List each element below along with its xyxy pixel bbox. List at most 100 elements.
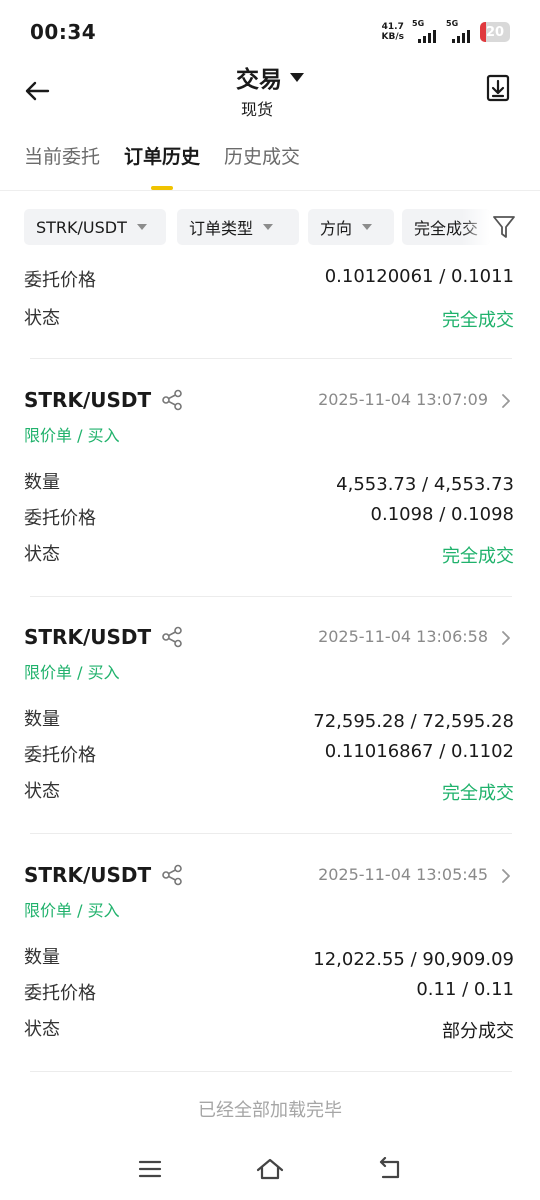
tab-order-history[interactable]: 订单历史 bbox=[124, 142, 200, 190]
tab-current-orders[interactable]: 当前委托 bbox=[24, 142, 100, 190]
detail-row: 委托价格 0.11 / 0.11 bbox=[24, 979, 514, 1009]
detail-label: 状态 bbox=[24, 1019, 60, 1040]
order-divider bbox=[30, 1071, 512, 1072]
chevron-right-icon[interactable] bbox=[500, 629, 512, 647]
detail-value: 0.11 / 0.11 bbox=[416, 979, 514, 1000]
page-title: 交易 bbox=[236, 67, 282, 93]
detail-value: 72,595.28 / 72,595.28 bbox=[313, 711, 514, 732]
detail-label: 数量 bbox=[24, 472, 60, 493]
order-divider bbox=[30, 358, 512, 359]
order-divider bbox=[30, 833, 512, 834]
chevron-right-icon[interactable] bbox=[500, 392, 512, 410]
filter-direction[interactable]: 方向 bbox=[308, 209, 394, 245]
status-value: 完全成交 bbox=[442, 546, 514, 567]
detail-value: 4,553.73 / 4,553.73 bbox=[336, 474, 514, 495]
detail-label: 状态 bbox=[24, 781, 60, 802]
order-pair: STRK/USDT bbox=[24, 388, 183, 412]
detail-row: 数量 12,022.55 / 90,909.09 bbox=[24, 943, 514, 973]
order-pair-label: STRK/USDT bbox=[24, 625, 152, 649]
network-speed-value: 41.7 bbox=[381, 22, 404, 32]
order-type: 限价单 / 买入 bbox=[24, 901, 120, 920]
filter-pair[interactable]: STRK/USDT bbox=[24, 209, 166, 245]
detail-value: 0.1098 / 0.1098 bbox=[370, 504, 514, 525]
title-area[interactable]: 交易 现货 bbox=[0, 60, 540, 120]
filter-order-type-label: 订单类型 bbox=[189, 219, 254, 238]
detail-row: 委托价格 0.11016867 / 0.1102 bbox=[24, 741, 514, 771]
order-type: 限价单 / 买入 bbox=[24, 426, 120, 445]
order-card-header[interactable]: STRK/USDT 限价单 / 买入 2025-11-04 13:05:45 bbox=[24, 863, 514, 923]
order-time: 2025-11-04 13:05:45 bbox=[318, 865, 488, 884]
filter-status-label: 完全成交 bbox=[414, 219, 479, 238]
share-icon[interactable] bbox=[161, 864, 183, 886]
detail-label: 委托价格 bbox=[24, 508, 96, 529]
order-pair: STRK/USDT bbox=[24, 625, 183, 649]
menu-icon bbox=[138, 1160, 162, 1178]
return-icon bbox=[379, 1157, 400, 1179]
nav-menu-button[interactable] bbox=[132, 1152, 168, 1186]
detail-row: 状态 完全成交 bbox=[24, 540, 514, 570]
dropdown-icon bbox=[263, 224, 274, 230]
status-value: 完全成交 bbox=[442, 783, 514, 804]
funnel-icon bbox=[493, 216, 515, 238]
detail-value: 0.10120061 / 0.1011 bbox=[324, 266, 514, 287]
tab-trade-history[interactable]: 历史成交 bbox=[224, 142, 300, 190]
filter-order-type[interactable]: 订单类型 bbox=[177, 209, 299, 245]
chevron-right-icon[interactable] bbox=[500, 867, 512, 885]
download-icon bbox=[486, 74, 510, 102]
detail-label: 委托价格 bbox=[24, 270, 96, 291]
order-divider bbox=[30, 596, 512, 597]
nav-back-button[interactable] bbox=[372, 1152, 408, 1186]
network-speed-unit: KB/s bbox=[381, 32, 404, 42]
order-card-header[interactable]: STRK/USDT 限价单 / 买入 2025-11-04 13:07:09 bbox=[24, 388, 514, 448]
signal-2-label: 5G bbox=[446, 19, 459, 28]
signal-1-icon: 5G bbox=[412, 19, 438, 43]
detail-row: 数量 4,553.73 / 4,553.73 bbox=[24, 468, 514, 498]
tab-divider bbox=[0, 190, 540, 191]
status-indicators: 41.7 KB/s 5G 5G 20 bbox=[382, 19, 510, 44]
order-pair: STRK/USDT bbox=[24, 863, 183, 887]
detail-label: 数量 bbox=[24, 947, 60, 968]
signal-1-label: 5G bbox=[412, 19, 425, 28]
detail-value: 12,022.55 / 90,909.09 bbox=[313, 949, 514, 970]
system-nav-bar bbox=[0, 1140, 540, 1200]
order-card-header[interactable]: STRK/USDT 限价单 / 买入 2025-11-04 13:06:58 bbox=[24, 625, 514, 685]
home-icon bbox=[256, 1158, 284, 1180]
detail-row: 状态 完全成交 bbox=[24, 777, 514, 807]
signal-2-icon: 5G bbox=[446, 19, 472, 43]
nav-home-button[interactable] bbox=[252, 1152, 288, 1186]
detail-row: 状态 完全成交 bbox=[24, 304, 514, 334]
detail-row: 委托价格 0.1098 / 0.1098 bbox=[24, 504, 514, 534]
battery-level: 20 bbox=[485, 24, 505, 40]
share-icon[interactable] bbox=[161, 626, 183, 648]
market-selector[interactable]: 交易 bbox=[236, 60, 304, 94]
header: 交易 现货 bbox=[0, 56, 540, 126]
share-icon[interactable] bbox=[161, 389, 183, 411]
order-time: 2025-11-04 13:06:58 bbox=[318, 627, 488, 646]
page-subtitle: 现货 bbox=[240, 100, 273, 119]
detail-row: 数量 72,595.28 / 72,595.28 bbox=[24, 705, 514, 735]
detail-label: 状态 bbox=[24, 544, 60, 565]
order-tabs: 当前委托 订单历史 历史成交 bbox=[24, 142, 300, 190]
detail-label: 委托价格 bbox=[24, 745, 96, 766]
order-type: 限价单 / 买入 bbox=[24, 663, 120, 682]
filter-status[interactable]: 完全成交 bbox=[402, 209, 490, 245]
order-pair-label: STRK/USDT bbox=[24, 863, 152, 887]
filter-button[interactable] bbox=[492, 214, 516, 240]
battery-icon: 20 bbox=[480, 22, 510, 42]
download-button[interactable] bbox=[486, 74, 516, 106]
detail-label: 数量 bbox=[24, 709, 60, 730]
filter-direction-label: 方向 bbox=[320, 219, 353, 238]
detail-label: 状态 bbox=[24, 308, 60, 329]
dropdown-icon bbox=[136, 224, 147, 230]
detail-value: 0.11016867 / 0.1102 bbox=[324, 741, 514, 762]
filter-bar: STRK/USDT 订单类型 方向 完全成交 bbox=[24, 209, 516, 247]
network-speed: 41.7 KB/s bbox=[382, 22, 404, 42]
detail-row: 委托价格 0.10120061 / 0.1011 bbox=[24, 266, 514, 296]
detail-row: 状态 部分成交 bbox=[24, 1015, 514, 1045]
detail-label: 委托价格 bbox=[24, 983, 96, 1004]
dropdown-icon bbox=[362, 224, 373, 230]
status-value: 部分成交 bbox=[442, 1021, 514, 1042]
status-bar: 00:34 41.7 KB/s 5G 5G 20 bbox=[0, 0, 540, 64]
caret-down-icon bbox=[290, 72, 304, 82]
order-time: 2025-11-04 13:07:09 bbox=[318, 390, 488, 409]
